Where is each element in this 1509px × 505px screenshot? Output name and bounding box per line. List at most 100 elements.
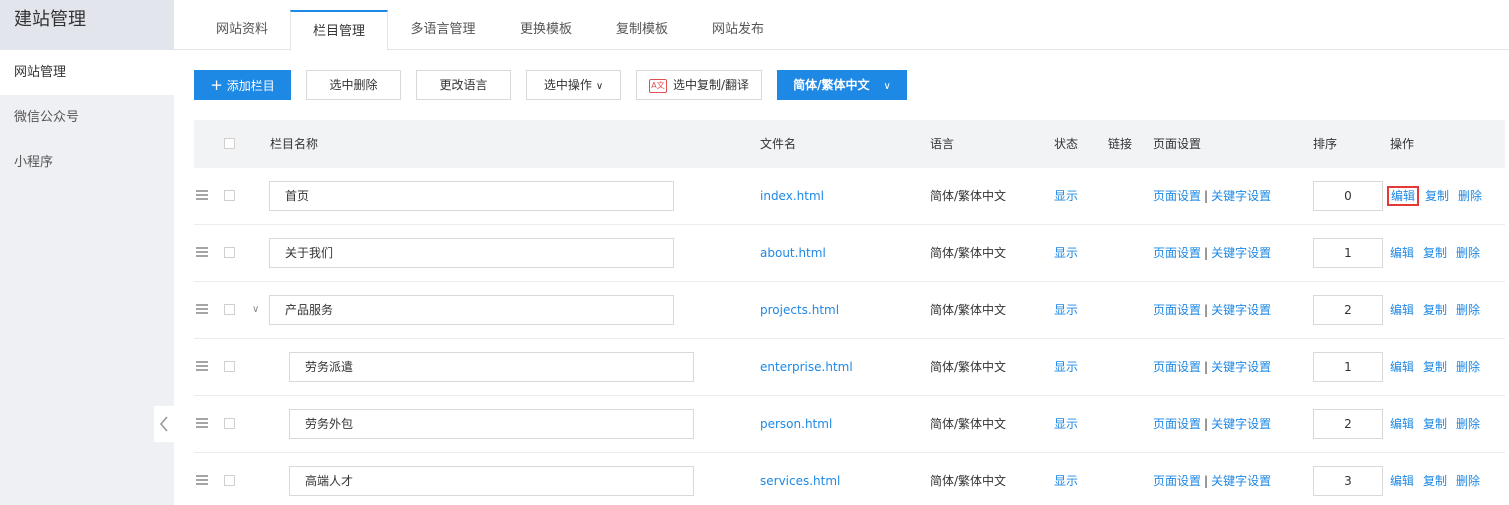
delete-link[interactable]: 删除 (1456, 360, 1480, 374)
delete-link[interactable]: 删除 (1456, 417, 1480, 431)
row-checkbox[interactable] (224, 418, 235, 429)
page-setting-link[interactable]: 页面设置 (1153, 417, 1201, 431)
table-row: 高端人才 services.html 简体/繁体中文 显示 页面设置 | 关键字设置… (194, 453, 1505, 505)
tab-site-info[interactable]: 网站资料 (194, 10, 290, 50)
sort-input[interactable]: 2 (1313, 409, 1383, 439)
language-text: 简体/繁体中文 (930, 474, 1007, 488)
row-ops: 编辑 复制 删除 (1390, 396, 1489, 453)
delete-link[interactable]: 删除 (1458, 189, 1482, 203)
column-name-input[interactable]: 关于我们 (269, 238, 674, 268)
keyword-setting-link[interactable]: 关键字设置 (1211, 417, 1271, 431)
sort-input[interactable]: 0 (1313, 181, 1383, 211)
filename-link[interactable]: enterprise.html (760, 339, 853, 396)
page-setting-link[interactable]: 页面设置 (1153, 474, 1201, 488)
status-link[interactable]: 显示 (1054, 168, 1078, 225)
filename-link[interactable]: index.html (760, 168, 824, 225)
drag-handle-icon[interactable] (196, 361, 208, 371)
table-header: 栏目名称 文件名 语言 状态 链接 页面设置 排序 操作 (194, 120, 1505, 168)
filename-link[interactable]: services.html (760, 453, 840, 505)
header-sort: 排序 (1313, 137, 1338, 151)
header-filename: 文件名 (760, 137, 797, 151)
delete-selected-button[interactable]: 选中删除 (306, 70, 401, 100)
edit-link[interactable]: 编辑 (1390, 360, 1414, 374)
status-link[interactable]: 显示 (1054, 339, 1078, 396)
copy-link[interactable]: 复制 (1423, 303, 1447, 317)
drag-handle-icon[interactable] (196, 418, 208, 428)
change-language-button[interactable]: 更改语言 (416, 70, 511, 100)
page-setting-link[interactable]: 页面设置 (1153, 360, 1201, 374)
status-link[interactable]: 显示 (1054, 225, 1078, 282)
drag-handle-icon[interactable] (196, 247, 208, 257)
sidebar-collapse-button[interactable] (154, 406, 174, 442)
copy-link[interactable]: 复制 (1423, 474, 1447, 488)
select-all-checkbox[interactable] (224, 138, 235, 149)
copy-link[interactable]: 复制 (1425, 189, 1449, 203)
keyword-setting-link[interactable]: 关键字设置 (1211, 360, 1271, 374)
delete-link[interactable]: 删除 (1456, 474, 1480, 488)
filename-link[interactable]: projects.html (760, 282, 839, 339)
keyword-setting-link[interactable]: 关键字设置 (1211, 246, 1271, 260)
copy-link[interactable]: 复制 (1423, 360, 1447, 374)
language-text: 简体/繁体中文 (930, 303, 1007, 317)
row-ops: 编辑 复制 删除 (1386, 168, 1491, 225)
tab-publish[interactable]: 网站发布 (690, 10, 786, 50)
column-name-input[interactable]: 高端人才 (289, 466, 694, 496)
sort-input[interactable]: 2 (1313, 295, 1383, 325)
copy-link[interactable]: 复制 (1423, 246, 1447, 260)
row-checkbox[interactable] (224, 475, 235, 486)
page-setting-link[interactable]: 页面设置 (1153, 189, 1201, 203)
copy-translate-button[interactable]: A文 选中复制/翻译 (636, 70, 762, 100)
page-settings-cell: 页面设置 | 关键字设置 (1153, 246, 1272, 260)
edit-link[interactable]: 编辑 (1390, 303, 1414, 317)
drag-handle-icon[interactable] (196, 475, 208, 485)
language-text: 简体/繁体中文 (930, 246, 1007, 260)
add-column-button[interactable]: + 添加栏目 (194, 70, 291, 100)
column-name-input[interactable]: 首页 (269, 181, 674, 211)
tab-change-template[interactable]: 更换模板 (498, 10, 594, 50)
page-setting-link[interactable]: 页面设置 (1153, 303, 1201, 317)
tab-bar: 网站资料 栏目管理 多语言管理 更换模板 复制模板 网站发布 (174, 0, 1509, 51)
sidebar-item-wechat[interactable]: 微信公众号 (0, 95, 174, 140)
row-checkbox[interactable] (224, 190, 235, 201)
column-name-input[interactable]: 劳务派遣 (289, 352, 694, 382)
status-link[interactable]: 显示 (1054, 396, 1078, 453)
column-name-input[interactable]: 产品服务 (269, 295, 674, 325)
expand-chevron-down-icon[interactable]: ∨ (252, 304, 259, 315)
sidebar-item-miniprogram[interactable]: 小程序 (0, 140, 174, 185)
filename-link[interactable]: about.html (760, 225, 826, 282)
drag-handle-icon[interactable] (196, 304, 208, 314)
status-link[interactable]: 显示 (1054, 282, 1078, 339)
plus-icon: + (210, 76, 223, 94)
copy-link[interactable]: 复制 (1423, 417, 1447, 431)
tab-copy-template[interactable]: 复制模板 (594, 10, 690, 50)
delete-link[interactable]: 删除 (1456, 246, 1480, 260)
filename-link[interactable]: person.html (760, 396, 832, 453)
keyword-setting-link[interactable]: 关键字设置 (1211, 189, 1271, 203)
table-row: 劳务外包 person.html 简体/繁体中文 显示 页面设置 | 关键字设置 2… (194, 396, 1505, 453)
edit-link[interactable]: 编辑 (1386, 186, 1420, 206)
edit-link[interactable]: 编辑 (1390, 474, 1414, 488)
page-settings-cell: 页面设置 | 关键字设置 (1153, 417, 1272, 431)
sidebar: 建站管理 网站管理 微信公众号 小程序 (0, 0, 174, 505)
row-checkbox[interactable] (224, 361, 235, 372)
page-setting-link[interactable]: 页面设置 (1153, 246, 1201, 260)
keyword-setting-link[interactable]: 关键字设置 (1211, 474, 1271, 488)
tab-column-management[interactable]: 栏目管理 (290, 10, 388, 51)
keyword-setting-link[interactable]: 关键字设置 (1211, 303, 1271, 317)
tab-multilanguage[interactable]: 多语言管理 (388, 10, 498, 50)
edit-link[interactable]: 编辑 (1390, 246, 1414, 260)
status-link[interactable]: 显示 (1054, 453, 1078, 505)
row-checkbox[interactable] (224, 304, 235, 315)
sidebar-item-website[interactable]: 网站管理 (0, 50, 174, 95)
column-name-input[interactable]: 劳务外包 (289, 409, 694, 439)
chevron-down-icon: ∨ (595, 81, 604, 92)
language-select[interactable]: 简体/繁体中文 ∨ (777, 70, 907, 100)
sort-input[interactable]: 3 (1313, 466, 1383, 496)
edit-link[interactable]: 编辑 (1390, 417, 1414, 431)
drag-handle-icon[interactable] (196, 190, 208, 200)
sort-input[interactable]: 1 (1313, 238, 1383, 268)
sort-input[interactable]: 1 (1313, 352, 1383, 382)
delete-link[interactable]: 删除 (1456, 303, 1480, 317)
select-operations-dropdown[interactable]: 选中操作 ∨ (526, 70, 621, 100)
row-checkbox[interactable] (224, 247, 235, 258)
